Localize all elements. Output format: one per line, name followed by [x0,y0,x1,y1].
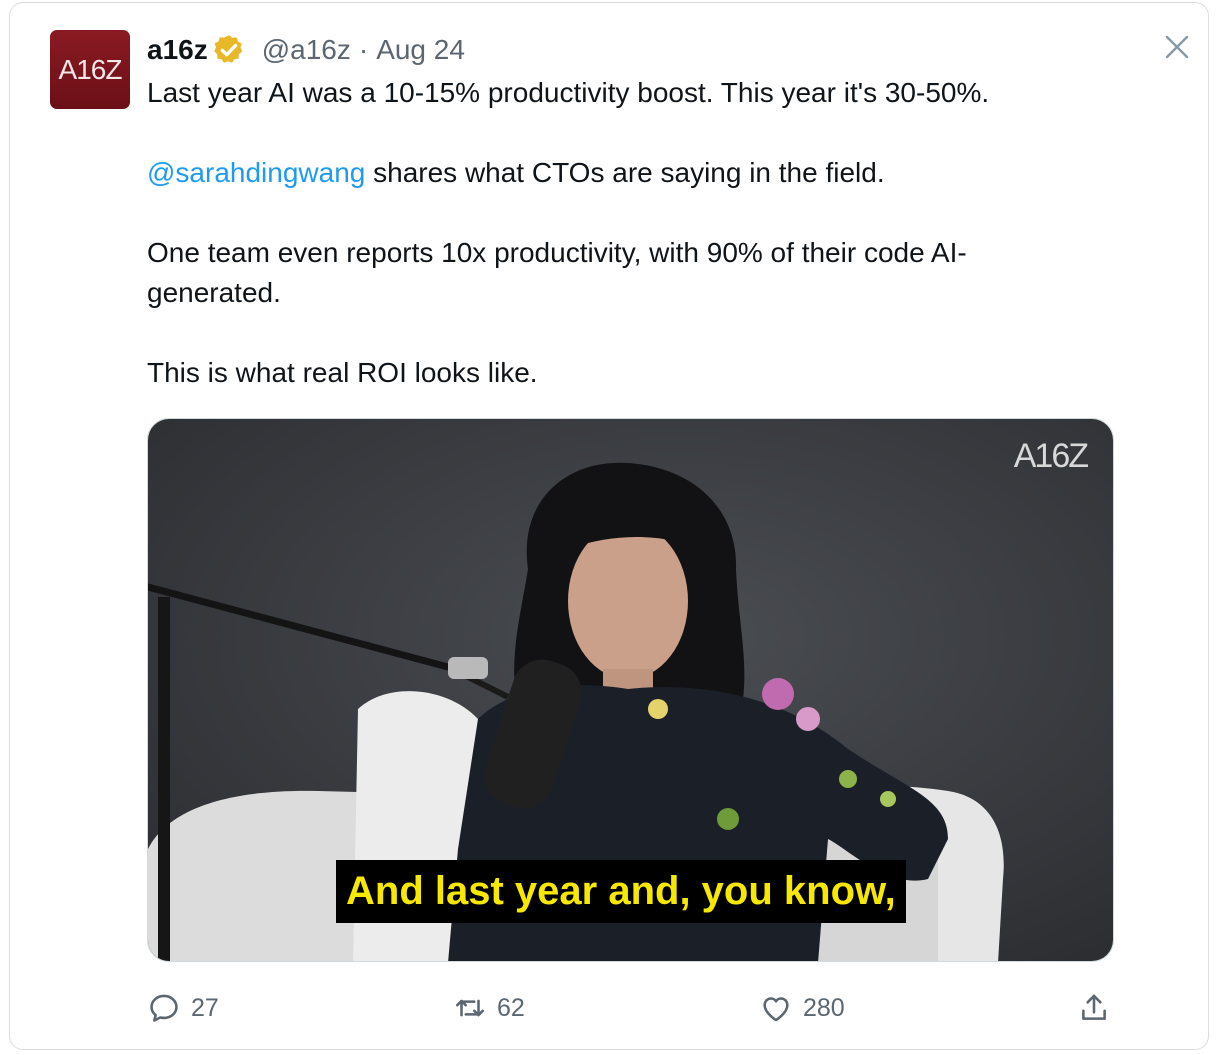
reply-icon [150,994,178,1022]
separator-dot: · [358,34,369,65]
avatar[interactable]: A16Z [50,30,130,109]
video-caption: And last year and, you know, [336,860,906,923]
display-name[interactable]: a16z [147,33,208,67]
like-count: 280 [803,993,845,1022]
retweet-count: 62 [497,993,525,1022]
tweet-paragraph: @sarahdingwang shares what CTOs are sayi… [147,153,1087,193]
tweet-date[interactable]: Aug 24 [376,33,465,67]
heart-icon [763,997,789,1022]
tweet-text: Last year AI was a 10-15% productivity b… [147,73,1087,393]
tweet-actions: 27 62 280 [147,988,1114,1028]
tweet-header: a16z @a16z · Aug 24 [147,33,465,67]
like-button[interactable]: 280 [759,988,845,1028]
avatar-logo: A16Z [58,53,123,85]
close-icon [1165,35,1189,59]
retweet-icon [455,999,485,1017]
reply-button[interactable]: 27 [147,988,219,1028]
close-button[interactable] [1162,32,1192,62]
mention-link[interactable]: @sarahdingwang [147,157,365,188]
share-button[interactable] [1077,988,1121,1028]
verified-badge-icon [213,35,242,63]
handle[interactable]: @a16z [262,33,351,67]
video-watermark: A16Z [1013,437,1089,475]
reply-count: 27 [191,993,219,1022]
tweet-paragraph: Last year AI was a 10-15% productivity b… [147,77,990,108]
retweet-button[interactable]: 62 [453,988,525,1028]
tweet-card[interactable]: A16Z a16z @a16z · Aug 24 Last year AI wa… [9,2,1209,1050]
tweet-paragraph: This is what real ROI looks like. [147,357,538,388]
tweet-paragraph: One team even reports 10x productivity, … [147,237,967,308]
share-icon [1082,994,1106,1020]
video-player[interactable]: A16Z And last year and, you know, [147,418,1114,962]
tweet-paragraph-text: shares what CTOs are saying in the field… [365,157,885,188]
